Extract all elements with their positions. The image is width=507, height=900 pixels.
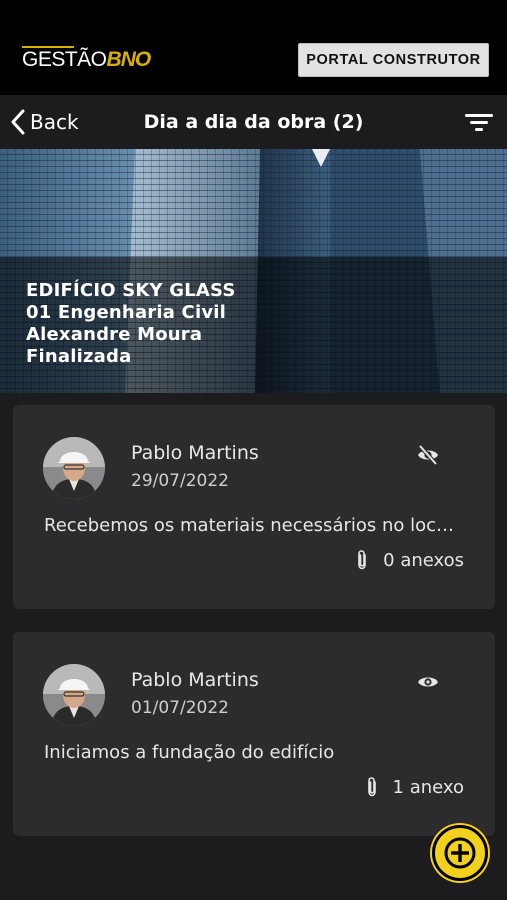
add-entry-button[interactable] [432,825,488,881]
entry-author: Pablo Martins [131,442,259,464]
entry-message: Iniciamos a fundação do edifício [44,742,335,763]
attachments-link[interactable]: 0 anexos [355,548,464,572]
plus-icon [444,837,476,869]
avatar [43,664,105,726]
project-banner: EDIFÍCIO SKY GLASS 01 Engenharia Civil A… [0,149,507,393]
top-bar: GESTÃOBNO PORTAL CONSTRUTOR [0,0,507,95]
chevron-left-icon [11,109,25,135]
diary-entry-card[interactable]: Pablo Martins 01/07/2022 Iniciamos a fun… [13,632,495,836]
project-info: EDIFÍCIO SKY GLASS 01 Engenharia Civil A… [26,280,236,368]
filter-icon[interactable] [465,110,493,134]
project-discipline: 01 Engenharia Civil [26,302,227,323]
project-status: Finalizada [26,346,132,367]
entry-author: Pablo Martins [131,669,259,691]
attachments-count: 0 anexos [383,549,464,571]
back-label: Back [30,110,79,134]
navigation-bar: Back Dia a dia da obra (2) [0,95,507,149]
back-button[interactable]: Back [10,106,79,138]
logo-text: GESTÃOBNO [22,48,151,71]
attachments-count: 1 anexo [392,776,464,798]
project-name: EDIFÍCIO SKY GLASS [26,280,236,301]
brand-logo: GESTÃOBNO [22,46,151,74]
paperclip-icon [358,550,366,570]
attachments-link[interactable]: 1 anexo [365,775,464,799]
entry-message: Recebemos os materiais necessários no lo… [44,515,464,536]
project-responsible: Alexandre Moura [26,324,203,345]
eye-icon[interactable] [416,670,440,694]
eye-off-icon[interactable] [416,443,440,467]
diary-entry-card[interactable]: Pablo Martins 29/07/2022 Recebemos os ma… [13,405,495,609]
paperclip-icon [367,777,376,797]
entry-date: 29/07/2022 [131,471,229,491]
page-title: Dia a dia da obra (2) [143,111,364,133]
avatar [43,437,105,499]
entry-date: 01/07/2022 [131,698,229,718]
portal-construtor-button[interactable]: PORTAL CONSTRUTOR [298,43,489,77]
